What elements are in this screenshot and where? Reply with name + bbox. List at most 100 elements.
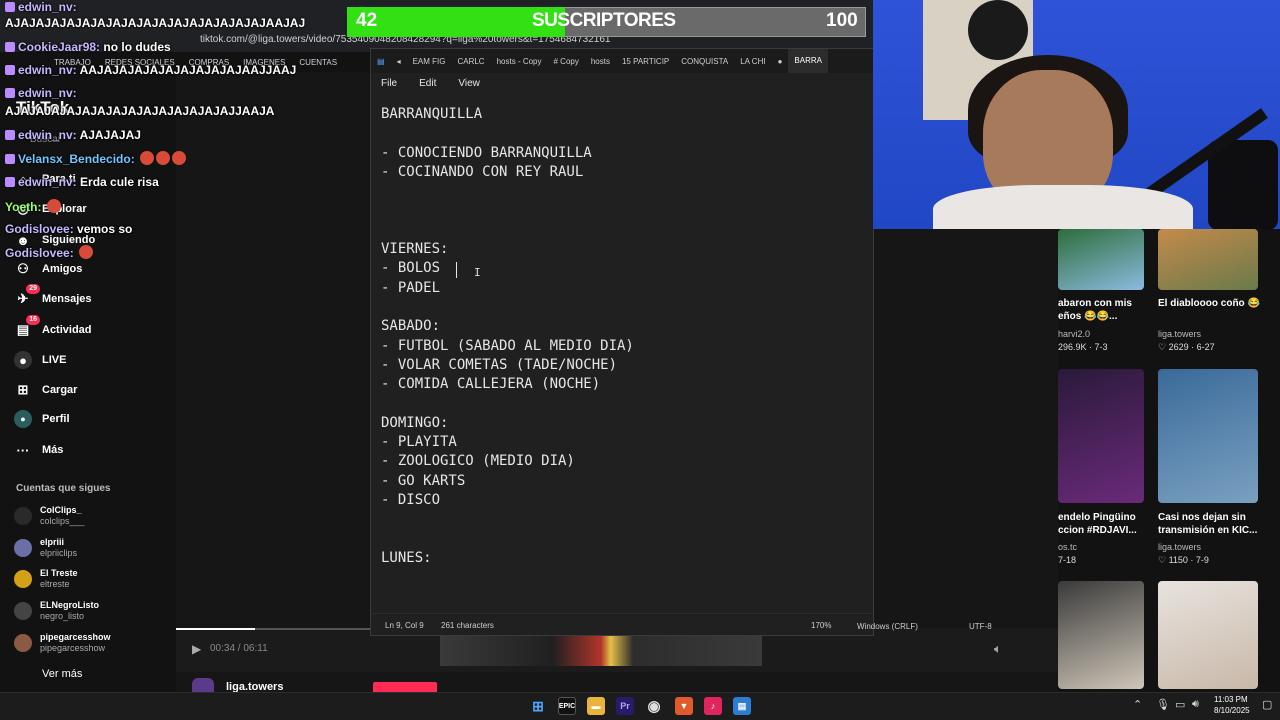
microphone-icon[interactable]: 🎙︎ bbox=[1156, 698, 1170, 711]
video-author[interactable]: os.tc bbox=[1058, 542, 1077, 552]
video-thumbnail[interactable] bbox=[1158, 581, 1258, 689]
text-line bbox=[381, 530, 634, 549]
notepad-tab[interactable]: hosts - Copy bbox=[491, 57, 548, 66]
notepad-tab[interactable]: LA CHI bbox=[734, 57, 771, 66]
obs-icon[interactable]: ◉ bbox=[645, 697, 663, 715]
notepad-tab[interactable]: hosts bbox=[585, 57, 616, 66]
taskbar bbox=[0, 692, 1280, 720]
nav-messages[interactable]: ✈ 29 Mensajes bbox=[14, 284, 92, 308]
video-thumbnail[interactable] bbox=[1158, 229, 1258, 290]
video-title[interactable]: abaron con mis eños 😂😂... bbox=[1058, 297, 1150, 323]
line-endings[interactable]: Windows (CRLF) bbox=[857, 622, 918, 631]
clock-time[interactable]: 11:03 PM bbox=[1214, 695, 1248, 704]
volume-icon[interactable]: 🔊︎ bbox=[1192, 698, 1199, 711]
chat-message: edwin_nv: Erda cule risa bbox=[5, 175, 159, 189]
following-account[interactable]: ELNegroListo negro_listo bbox=[14, 600, 99, 622]
avatar bbox=[14, 507, 32, 525]
windows-start-icon[interactable]: ⊞ bbox=[529, 697, 547, 715]
chat-username: Velansx_Bendecido: bbox=[18, 152, 135, 166]
video-thumbnail[interactable] bbox=[1058, 581, 1144, 689]
account-handle: pipegarcesshow bbox=[40, 643, 106, 653]
nav-label: Mensajes bbox=[42, 293, 92, 305]
account-handle: elpriiclips bbox=[40, 548, 78, 558]
avatar[interactable] bbox=[192, 678, 214, 692]
following-account[interactable]: ColClips_ colclips___ bbox=[14, 505, 85, 527]
chat-username: edwin_nv: bbox=[18, 63, 77, 77]
heart-icon: ♡ bbox=[1158, 342, 1169, 352]
video-thumbnail[interactable] bbox=[1158, 369, 1258, 503]
see-more-link[interactable]: Ver más bbox=[42, 668, 82, 680]
play-icon[interactable]: ▶ bbox=[192, 642, 201, 656]
messages-badge: 29 bbox=[26, 284, 40, 294]
video-stats: 296.9K · 7-3 bbox=[1058, 342, 1108, 352]
tray-chevron-icon[interactable]: ⌃ bbox=[1133, 698, 1142, 711]
cursor-position: Ln 9, Col 9 bbox=[385, 621, 424, 630]
video-stats: ♡ 1150 · 7-9 bbox=[1158, 555, 1209, 566]
nav-upload[interactable]: ⊞ Cargar bbox=[14, 381, 78, 399]
gift-icon bbox=[5, 154, 15, 164]
chat-text: Erda cule risa bbox=[80, 175, 159, 189]
capcut-icon[interactable]: ♪ bbox=[704, 697, 722, 715]
text-line: BARRANQUILLA bbox=[381, 106, 483, 122]
notepad-window: ▤ ◂ EAM FIG CARLC hosts - Copy # Copy ho… bbox=[370, 48, 874, 636]
close-icon[interactable]: ● bbox=[772, 57, 789, 66]
text-line: - FUTBOL (SABADO AL MEDIO DIA) bbox=[381, 337, 634, 354]
network-icon[interactable]: ▭ bbox=[1175, 698, 1185, 711]
chat-message: AJAJAJAJAJAJAJAJAJAJAJAJAJAJAJJAAJA bbox=[5, 104, 274, 118]
nav-profile[interactable]: ● Perfil bbox=[14, 410, 70, 428]
video-thumbnail[interactable] bbox=[1058, 229, 1144, 290]
video-title[interactable]: Casi nos dejan sin transmisión en KIC... bbox=[1158, 511, 1268, 537]
nav-live[interactable]: ● LIVE bbox=[14, 351, 66, 369]
notepad-text-area[interactable]: BARRANQUILLA - CONOCIENDO BARRANQUILLA - C… bbox=[381, 105, 634, 568]
chat-message: Yoeth: bbox=[5, 199, 61, 214]
nav-activity[interactable]: ▤ 16 Actividad bbox=[14, 315, 92, 339]
video-title[interactable]: El diabloooo coño 😂 bbox=[1158, 297, 1268, 310]
notepad-tab[interactable]: CARLC bbox=[451, 57, 490, 66]
chat-username: edwin_nv: bbox=[18, 0, 77, 14]
menu-view[interactable]: View bbox=[458, 78, 480, 89]
encoding[interactable]: UTF-8 bbox=[969, 622, 992, 631]
notification-icon[interactable]: ▢ bbox=[1262, 698, 1272, 711]
video-author[interactable]: liga.towers bbox=[1158, 542, 1201, 552]
following-account[interactable]: El Treste eltreste bbox=[14, 568, 78, 590]
video-stats-value: 2629 · 6-27 bbox=[1168, 342, 1215, 352]
bookmark-item[interactable]: CUENTAS bbox=[299, 54, 337, 72]
zoom-level[interactable]: 170% bbox=[811, 621, 831, 630]
volume-icon[interactable]: 🔈︎ bbox=[994, 641, 1002, 657]
notepad-icon: ▤ bbox=[377, 56, 385, 66]
notepad-tab[interactable]: EAM FIG bbox=[407, 57, 452, 66]
video-progress-fill bbox=[176, 628, 255, 630]
brave-browser-icon[interactable]: ▼ bbox=[675, 697, 693, 715]
subscriber-goal: 100 bbox=[826, 10, 858, 31]
video-thumbnail[interactable] bbox=[1058, 369, 1144, 503]
account-name: elpriii bbox=[40, 537, 65, 547]
text-line bbox=[381, 394, 634, 413]
chat-message: edwin_nv: bbox=[5, 86, 77, 100]
epic-games-icon[interactable]: EPIC bbox=[558, 697, 576, 715]
video-author[interactable]: harvi2.0 bbox=[1058, 329, 1090, 339]
menu-file[interactable]: File bbox=[381, 78, 397, 89]
notepad-tab[interactable]: # Copy bbox=[548, 57, 585, 66]
nav-friends[interactable]: ⚇ Amigos bbox=[14, 260, 82, 278]
clock-date[interactable]: 8/10/2025 bbox=[1214, 706, 1250, 715]
video-title[interactable]: endelo Pingüino ccion #RDJAVI... bbox=[1058, 511, 1150, 537]
activity-icon: ▤ 16 bbox=[14, 315, 40, 339]
nav-label: LIVE bbox=[42, 354, 67, 366]
nav-more[interactable]: ··· Más bbox=[14, 441, 64, 459]
video-time: 00:34 / 06:11 bbox=[210, 643, 268, 654]
emote-icon bbox=[79, 245, 94, 259]
premiere-icon[interactable]: Pr bbox=[616, 697, 634, 715]
notepad-tab-active[interactable]: BARRA bbox=[788, 49, 828, 73]
emote-icon bbox=[156, 151, 171, 165]
file-explorer-icon[interactable]: ▬ bbox=[587, 697, 605, 715]
menu-edit[interactable]: Edit bbox=[419, 78, 436, 89]
profile-icon: ● bbox=[14, 410, 32, 428]
tab-scroll-left-icon[interactable]: ◂ bbox=[391, 57, 407, 66]
notepad-tab[interactable]: 15 PARTICIP bbox=[616, 57, 675, 66]
follow-button[interactable] bbox=[373, 682, 437, 692]
video-author[interactable]: liga.towers bbox=[1158, 329, 1201, 339]
notepad-app-icon[interactable]: ▤ bbox=[733, 697, 751, 715]
following-account[interactable]: pipegarcesshow pipegarcesshow bbox=[14, 632, 111, 654]
notepad-tab[interactable]: CONQUISTA bbox=[675, 57, 734, 66]
following-account[interactable]: elpriii elpriiclips bbox=[14, 537, 77, 559]
